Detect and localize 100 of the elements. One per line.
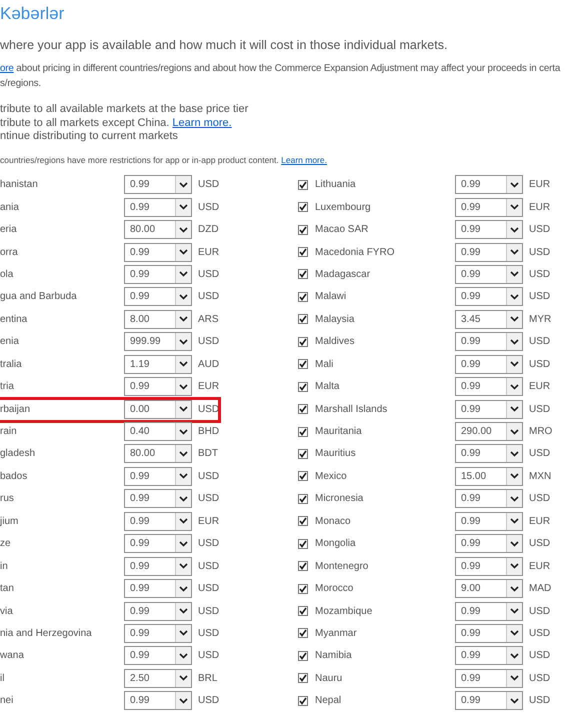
- market-checkbox[interactable]: [298, 247, 308, 258]
- learn-more-link[interactable]: ore: [0, 63, 14, 74]
- caret-icon: [510, 698, 519, 704]
- market-checkbox[interactable]: [298, 628, 308, 638]
- country-name: Mozambique: [315, 606, 374, 617]
- price-dropdown[interactable]: 0.99: [455, 264, 523, 284]
- country-name: Namibia: [315, 650, 353, 662]
- country-name: ania: [0, 202, 20, 213]
- price-dropdown[interactable]: 0.99: [455, 556, 523, 576]
- market-checkbox[interactable]: [298, 180, 308, 190]
- price-dropdown[interactable]: 0.99: [455, 489, 523, 508]
- caret-icon: [179, 473, 188, 480]
- currency-label: EUR: [529, 202, 550, 213]
- price-dropdown[interactable]: 0.99: [455, 602, 523, 621]
- country-name: Marshall Islands: [315, 404, 388, 415]
- market-checkbox[interactable]: [298, 606, 308, 616]
- market-checkbox[interactable]: [298, 584, 308, 594]
- market-checkbox[interactable]: [298, 696, 308, 706]
- distribution-option[interactable]: tribute to all available markets at the base price tier: [0, 103, 565, 116]
- price-dropdown[interactable]: 0.99: [124, 264, 192, 284]
- market-checkbox[interactable]: [298, 314, 308, 324]
- price-dropdown[interactable]: 3.45: [455, 310, 523, 329]
- price-dropdown[interactable]: 0.99: [124, 691, 192, 710]
- price-dropdown[interactable]: 0.99: [124, 579, 192, 598]
- market-checkbox[interactable]: [298, 269, 308, 280]
- price-dropdown[interactable]: 8.00: [124, 310, 192, 329]
- market-checkbox[interactable]: [298, 673, 308, 684]
- price-dropdown[interactable]: 0.99: [455, 287, 523, 306]
- price-dropdown[interactable]: 0.99: [124, 556, 192, 576]
- price-dropdown[interactable]: 0.99: [124, 646, 192, 666]
- caret-icon: [510, 563, 519, 570]
- country-name: nia and Herzegovina: [0, 628, 93, 639]
- price-dropdown[interactable]: 0.99: [124, 242, 192, 262]
- price-dropdown[interactable]: 0.99: [455, 444, 523, 464]
- currency-label: USD: [529, 404, 550, 415]
- price-dropdown[interactable]: 15.00: [455, 466, 523, 486]
- caret-icon: [179, 182, 188, 188]
- market-checkbox[interactable]: [298, 426, 308, 437]
- price-dropdown[interactable]: 0.99: [455, 624, 523, 643]
- price-dropdown[interactable]: 0.99: [124, 534, 192, 554]
- price-dropdown[interactable]: 0.99: [455, 668, 523, 688]
- price-dropdown[interactable]: 0.99: [124, 377, 192, 396]
- market-checkbox[interactable]: [298, 561, 308, 572]
- currency-label: USD: [529, 246, 550, 258]
- price-dropdown[interactable]: 0.99: [124, 512, 192, 531]
- price-dropdown[interactable]: 0.99: [124, 489, 192, 508]
- market-checkbox[interactable]: [298, 382, 308, 392]
- market-checkbox[interactable]: [298, 650, 308, 661]
- caret-icon: [179, 271, 188, 278]
- learn-more-link[interactable]: Learn more.: [172, 116, 232, 128]
- market-checkbox[interactable]: [298, 359, 308, 370]
- price-dropdown[interactable]: 80.00: [124, 444, 192, 464]
- price-dropdown[interactable]: 290.00: [455, 422, 523, 442]
- market-checkbox[interactable]: [298, 516, 308, 526]
- caret-icon: [179, 675, 188, 682]
- price-dropdown[interactable]: 0.99: [124, 175, 192, 194]
- price-dropdown[interactable]: 0.99: [455, 400, 523, 419]
- price-dropdown[interactable]: 0.99: [124, 602, 192, 621]
- price-dropdown[interactable]: 0.99: [455, 220, 523, 240]
- market-checkbox[interactable]: [298, 202, 308, 212]
- price-dropdown[interactable]: 0.99: [455, 354, 523, 374]
- market-checkbox[interactable]: [298, 292, 308, 302]
- caret-icon: [179, 384, 188, 390]
- distribution-option[interactable]: tribute to all markets except China. Learn more.: [0, 116, 565, 130]
- price-dropdown[interactable]: 0.99: [455, 198, 523, 217]
- price-dropdown[interactable]: 0.99: [455, 377, 523, 396]
- price-dropdown[interactable]: 0.99: [124, 466, 192, 486]
- price-dropdown[interactable]: 0.99: [455, 646, 523, 666]
- market-checkbox[interactable]: [298, 336, 308, 347]
- price-dropdown[interactable]: 9.00: [455, 579, 523, 598]
- market-checkbox[interactable]: [298, 404, 308, 414]
- price-dropdown[interactable]: 0.00: [124, 400, 192, 419]
- price-dropdown[interactable]: 2.50: [124, 668, 192, 688]
- price-dropdown[interactable]: 0.99: [124, 287, 192, 306]
- caret-icon: [179, 652, 188, 659]
- price-dropdown[interactable]: 0.99: [455, 512, 523, 531]
- price-dropdown[interactable]: 0.99: [124, 624, 192, 643]
- price-dropdown[interactable]: 0.99: [455, 691, 523, 710]
- caret-icon: [510, 608, 519, 614]
- price-dropdown[interactable]: 0.99: [455, 332, 523, 352]
- price-dropdown[interactable]: 0.99: [455, 175, 523, 194]
- price-dropdown[interactable]: 0.40: [124, 422, 192, 442]
- price-dropdown[interactable]: 0.99: [455, 534, 523, 554]
- learn-more-link[interactable]: Learn more.: [281, 154, 327, 164]
- market-checkbox[interactable]: [298, 448, 308, 459]
- price-dropdown[interactable]: 0.99: [455, 242, 523, 262]
- country-name: Macedonia FYRO: [315, 246, 396, 258]
- market-checkbox[interactable]: [298, 494, 308, 504]
- price-dropdown[interactable]: 80.00: [124, 220, 192, 240]
- country-name: Mauritania: [315, 426, 363, 438]
- price-dropdown[interactable]: 0.99: [124, 198, 192, 217]
- pricing-paragraph: ore about pricing in different countries/regions and about how the Commerce Expansion Adjustment may affect your proceeds in certa s/regions.: [0, 62, 562, 91]
- price-dropdown[interactable]: 999.99: [124, 332, 192, 352]
- currency-label: USD: [529, 268, 550, 280]
- market-checkbox[interactable]: [298, 538, 308, 549]
- market-checkbox[interactable]: [298, 224, 308, 235]
- market-checkbox[interactable]: [298, 471, 308, 482]
- currency-label: USD: [529, 672, 550, 684]
- distribution-option[interactable]: ntinue distributing to current markets: [0, 130, 565, 144]
- price-dropdown[interactable]: 1.19: [124, 354, 192, 374]
